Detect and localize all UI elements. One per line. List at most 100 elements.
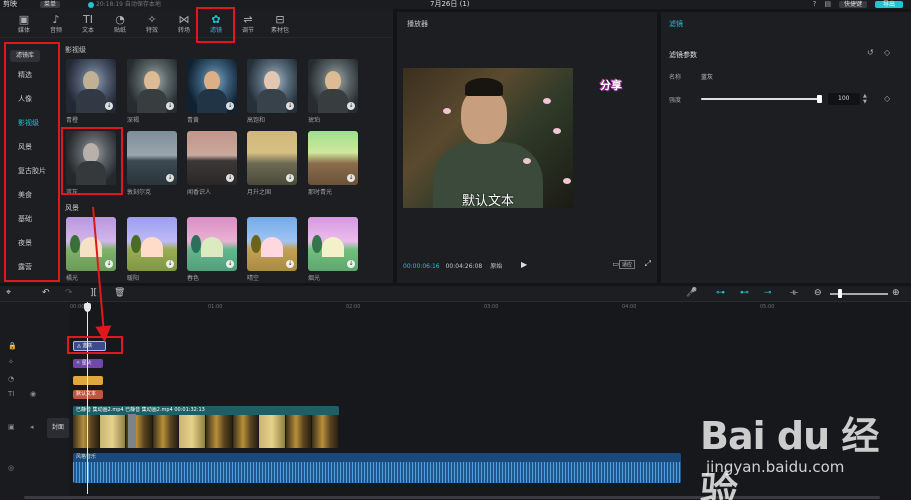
video-sticker: 分享 <box>600 79 622 92</box>
player-panel: 播放器 默认文本 00:00:06:16 00:04:26:08 原始 ▶ ▭ 适应… <box>397 12 657 283</box>
filter-thumb[interactable]: ↓ <box>127 217 177 271</box>
petal <box>443 108 451 114</box>
filter-thumb[interactable]: ↓ <box>127 59 177 113</box>
zoom-knob[interactable] <box>838 289 842 298</box>
download-icon[interactable]: ↓ <box>166 174 174 182</box>
keyframe-icon[interactable]: ◇ <box>884 94 890 103</box>
tab-sticker[interactable]: ◔ 贴纸 <box>104 9 136 38</box>
filter-thumb[interactable]: ↓ <box>66 217 116 271</box>
filter-thumb[interactable]: ↓ <box>308 217 358 271</box>
video-frames <box>73 415 339 448</box>
playback-mode[interactable]: 原始 <box>490 263 502 270</box>
sticker-clip[interactable] <box>73 376 103 385</box>
text-clip[interactable]: 默认文本 <box>73 390 103 399</box>
audio-track-label: 风格音乐 <box>76 454 97 460</box>
filter-thumb[interactable]: ↓ <box>66 59 116 113</box>
delete-icon[interactable]: 🗑 <box>114 288 125 298</box>
filter-thumb[interactable]: ↓ <box>247 131 297 185</box>
tab-audio[interactable]: ♪ 音频 <box>40 9 72 38</box>
filter-thumb[interactable]: ↓ <box>187 131 237 185</box>
audio-track[interactable]: 风格音乐 <box>73 453 681 483</box>
select-tool-icon[interactable]: ⌖ <box>6 288 11 298</box>
filter-label: 那时青光 <box>308 189 333 196</box>
save-status-text: 20:18:19 自动保存本地 <box>96 1 161 8</box>
menu-button[interactable]: 菜单 <box>40 1 60 8</box>
filter-thumb[interactable]: ↓ <box>187 59 237 113</box>
layout-icon[interactable]: ▤ <box>824 0 831 9</box>
effect-clip[interactable]: ✧ 星火 <box>73 359 103 368</box>
playhead-handle[interactable] <box>84 303 91 312</box>
title-bar: 剪映 菜单 20:18:19 自动保存本地 7月26日 (1) ? ▤ 快捷键 … <box>0 0 911 9</box>
download-icon[interactable]: ↓ <box>226 174 234 182</box>
download-icon[interactable]: ↓ <box>105 102 113 110</box>
download-icon[interactable]: ↓ <box>347 102 355 110</box>
ruler-label: 03:00 <box>484 304 499 310</box>
filter-thumb[interactable]: ↓ <box>127 131 177 185</box>
filter-thumb[interactable]: ↓ <box>247 59 297 113</box>
keyframe-icon[interactable]: ◇ <box>884 48 890 57</box>
tab-text[interactable]: TI 文本 <box>72 9 104 38</box>
zoom-in-icon[interactable]: ⊕ <box>892 288 900 298</box>
filter-thumb[interactable]: ↓ <box>247 217 297 271</box>
ratio-button[interactable]: 适应 <box>618 260 635 269</box>
tab-media[interactable]: ▣ 媒体 <box>8 9 40 38</box>
video-track-icon[interactable]: ▣ <box>8 423 15 431</box>
strength-slider[interactable] <box>701 95 822 103</box>
undo-icon[interactable]: ↶ <box>42 288 50 298</box>
filter-thumb[interactable]: ↓ <box>187 217 237 271</box>
ruler-label: 00:00 <box>70 304 85 310</box>
fit-icon[interactable]: ⟛ <box>790 288 798 298</box>
tab-effects[interactable]: ✧ 特效 <box>136 9 168 38</box>
download-icon[interactable]: ↓ <box>166 102 174 110</box>
preview-axis-icon[interactable]: ⊸ <box>764 288 772 298</box>
tab-adjust[interactable]: ⇌ 调节 <box>232 9 264 38</box>
filter-label: 青黄 <box>187 117 200 124</box>
strength-stepper-icon[interactable]: ▲ ▼ <box>863 93 867 105</box>
sticker-track-icon[interactable]: ◔ <box>8 375 14 383</box>
export-button[interactable]: 导出 <box>874 1 903 8</box>
video-figure-hat <box>465 78 503 96</box>
strength-input[interactable]: 100 <box>828 93 860 105</box>
shortcut-button[interactable]: 快捷键 <box>838 1 867 8</box>
total-time: 00:04:26:08 <box>445 263 483 270</box>
download-icon[interactable]: ↓ <box>347 174 355 182</box>
video-figure-head <box>461 88 507 144</box>
mute-icon[interactable]: ◂ <box>30 423 34 431</box>
download-icon[interactable]: ↓ <box>226 102 234 110</box>
transition-marker[interactable] <box>128 414 136 448</box>
reset-icon[interactable]: ↺ <box>867 48 874 57</box>
download-icon[interactable]: ↓ <box>226 260 234 268</box>
petal <box>553 128 561 134</box>
microphone-icon[interactable]: 🎤 <box>686 288 697 298</box>
redo-icon[interactable]: ↷ <box>65 288 73 298</box>
play-icon[interactable]: ▶ <box>521 260 527 269</box>
tab-label: 转场 <box>177 26 190 34</box>
filter-label: 敦刻尔克 <box>127 189 152 196</box>
split-icon[interactable]: ][ <box>90 288 97 298</box>
cover-button[interactable]: 封面 <box>47 418 69 438</box>
download-icon[interactable]: ↓ <box>166 260 174 268</box>
text-track-icon[interactable]: TI <box>8 390 14 398</box>
download-icon[interactable]: ↓ <box>286 174 294 182</box>
link-icon[interactable]: ⊶ <box>716 288 725 298</box>
download-icon[interactable]: ↓ <box>286 260 294 268</box>
zoom-out-icon[interactable]: ⊖ <box>814 288 822 298</box>
eye-icon[interactable]: ◉ <box>30 390 36 398</box>
filter-track-lock-icon[interactable]: 🔒 <box>8 342 17 350</box>
main-video-track[interactable]: 已静音 集动画2.mp4 已静音 集动画2.mp4 00:01:32:13 <box>73 406 339 448</box>
download-icon[interactable]: ↓ <box>286 102 294 110</box>
audio-track-icon[interactable]: ◎ <box>8 464 14 472</box>
fullscreen-icon[interactable]: ⤢ <box>645 259 651 269</box>
tab-material-pack[interactable]: ⊟ 素材包 <box>264 9 296 38</box>
filter-thumb[interactable]: ↓ <box>308 131 358 185</box>
filter-label: 青橙 <box>66 117 79 124</box>
download-icon[interactable]: ↓ <box>105 260 113 268</box>
effect-track-icon[interactable]: ✧ <box>8 358 14 366</box>
magnet-icon[interactable]: ⊷ <box>740 288 749 298</box>
filter-thumb[interactable]: ↓ <box>308 59 358 113</box>
playhead[interactable] <box>87 302 88 494</box>
help-icon[interactable]: ? <box>813 0 817 9</box>
slider-knob[interactable] <box>817 95 822 103</box>
save-status: 20:18:19 自动保存本地 <box>88 0 161 9</box>
download-icon[interactable]: ↓ <box>347 260 355 268</box>
